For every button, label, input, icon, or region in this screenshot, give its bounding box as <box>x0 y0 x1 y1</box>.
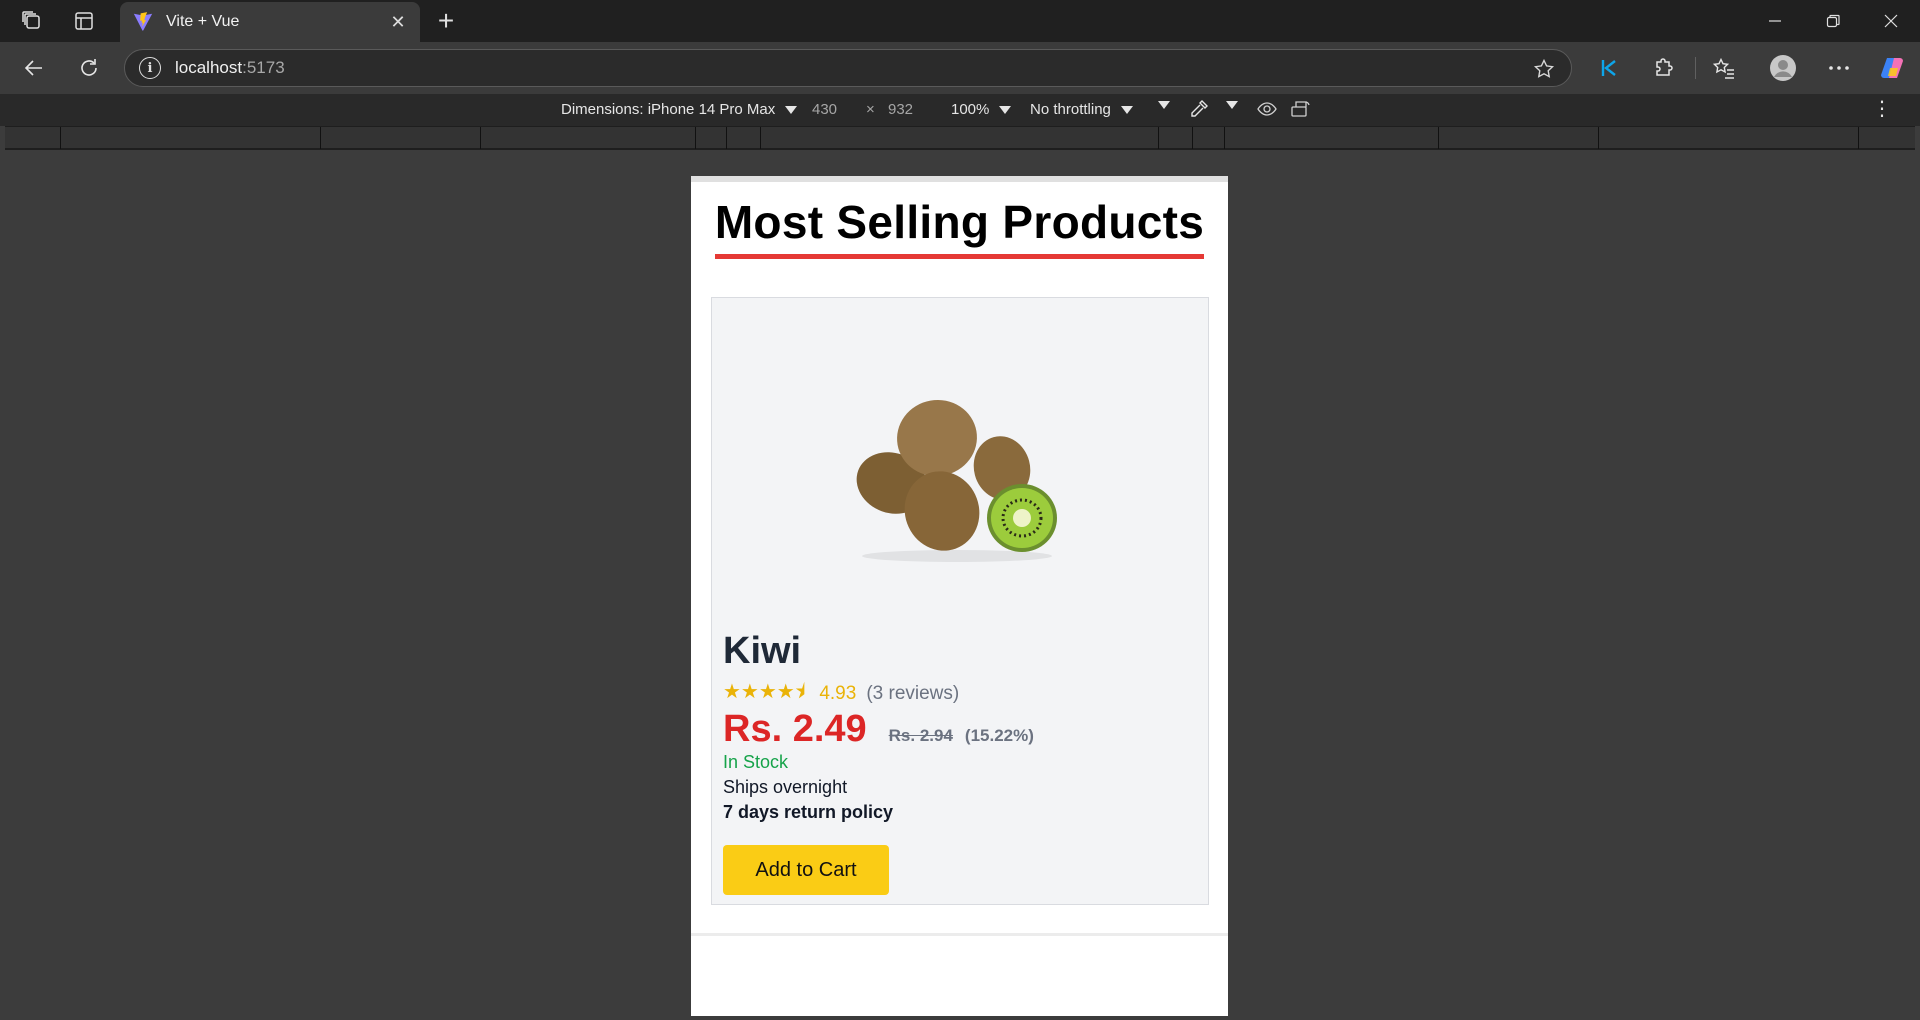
favorite-star-icon[interactable] <box>1533 58 1555 85</box>
reload-icon[interactable] <box>71 50 107 86</box>
original-price: Rs. 2.94 <box>888 726 953 745</box>
product-name[interactable]: Kiwi <box>723 630 801 673</box>
minimize-icon[interactable] <box>1746 0 1804 42</box>
product-rating: ★★★★⯨ 4.93 (3 reviews) <box>723 677 959 711</box>
device-width-input[interactable]: 430 <box>812 101 837 118</box>
profile-avatar-icon[interactable] <box>1765 50 1801 86</box>
ruler-tick <box>60 127 61 149</box>
ruler-tick <box>760 127 761 149</box>
device-toolbar: Dimensions: iPhone 14 Pro Max 430 × 932 … <box>0 94 1920 126</box>
current-price: Rs. 2.49 <box>723 708 867 750</box>
viewport-top-edge <box>691 176 1228 182</box>
browser-toolbar: i localhost:5173 <box>0 42 1920 94</box>
ruler-tick <box>1598 127 1599 149</box>
section-divider <box>691 933 1228 936</box>
add-to-cart-button[interactable]: Add to Cart <box>723 845 889 895</box>
return-policy: 7 days return policy <box>723 802 894 822</box>
close-window-icon[interactable] <box>1862 0 1920 42</box>
ruler-tick <box>726 127 727 149</box>
rotate-device-icon[interactable] <box>1290 99 1312 119</box>
device-dimensions-select[interactable]: Dimensions: iPhone 14 Pro Max <box>561 101 798 118</box>
review-count: (3 reviews) <box>866 683 960 704</box>
kiwi-fruit-image[interactable] <box>842 388 1072 568</box>
ruler-tick <box>1438 127 1439 149</box>
toolbar-separator <box>1695 57 1696 79</box>
restore-icon[interactable] <box>1804 0 1862 42</box>
new-tab-icon[interactable]: + <box>430 5 462 36</box>
vite-logo-icon <box>133 12 153 31</box>
ruler-tick <box>695 127 696 149</box>
price-row: Rs. 2.49 Rs. 2.94 (15.22%) <box>723 708 1034 751</box>
vision-deficiency-eye-icon[interactable] <box>1256 99 1278 119</box>
section-heading: Most Selling Products <box>691 194 1228 259</box>
ruler-tick <box>1158 127 1159 149</box>
ruler-tick <box>1858 127 1859 149</box>
more-options-dropdown-icon[interactable] <box>1158 101 1170 109</box>
more-menu-icon[interactable] <box>1821 50 1857 86</box>
stock-status: In Stock <box>723 752 789 772</box>
vision-dropdown-icon[interactable] <box>1226 101 1238 109</box>
ruler-tick <box>1224 127 1225 149</box>
copilot-icon[interactable] <box>1874 50 1910 86</box>
tab-close-icon[interactable]: ✕ <box>388 12 408 32</box>
product-card: Kiwi ★★★★⯨ 4.93 (3 reviews) Rs. 2.49 Rs.… <box>711 297 1209 905</box>
vertical-tabs-icon[interactable] <box>66 6 102 36</box>
eyedropper-icon[interactable] <box>1188 98 1210 120</box>
device-toolbar-more-icon[interactable]: ⋮ <box>1872 99 1892 119</box>
ruler-tick <box>320 127 321 149</box>
site-info-icon[interactable]: i <box>139 57 161 79</box>
tab-active[interactable]: Vite + Vue ✕ <box>120 2 420 42</box>
workspaces-icon[interactable] <box>14 6 50 36</box>
shipping-info: Ships overnight <box>723 777 848 797</box>
favorites-icon[interactable] <box>1706 50 1742 86</box>
rating-value: 4.93 <box>819 683 857 704</box>
discount-percent: (15.22%) <box>964 726 1034 745</box>
device-height-input[interactable]: 932 <box>888 101 913 118</box>
zoom-select[interactable]: 100% <box>951 101 1012 118</box>
edge-bing-icon[interactable] <box>1591 50 1627 86</box>
address-bar[interactable]: i localhost:5173 <box>124 49 1572 87</box>
ruler-tick <box>1192 127 1193 149</box>
page-title: Most Selling Products <box>714 194 1205 259</box>
throttling-select[interactable]: No throttling <box>1030 101 1133 118</box>
ruler-tick <box>480 127 481 149</box>
tab-title: Vite + Vue <box>166 13 240 30</box>
star-rating-icon: ★★★★⯨ <box>723 681 806 703</box>
dimension-times: × <box>866 101 875 118</box>
url-text: localhost:5173 <box>175 58 285 77</box>
emulated-viewport: Most Selling Products Kiwi ★★★★⯨ 4.93 (3… <box>691 176 1228 1016</box>
extensions-icon[interactable] <box>1646 50 1682 86</box>
media-query-ruler[interactable] <box>5 126 1915 150</box>
back-icon[interactable] <box>16 50 52 86</box>
tab-strip: Vite + Vue ✕ + <box>0 0 1920 42</box>
